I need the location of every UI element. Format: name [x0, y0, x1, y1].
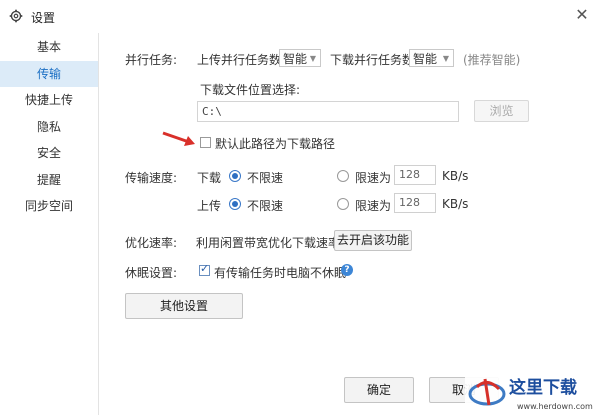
watermark-graphic: 这里下载 www.herdown.com [465, 365, 600, 415]
upload-parallel-value: 智能 [283, 52, 308, 66]
speed-label: 传输速度: [125, 171, 178, 185]
settings-panel: 并行任务: 上传并行任务数 智能 ▼ 下载并行任务数 智能 ▼ (推荐智能) 下… [99, 33, 600, 415]
ok-button[interactable]: 确定 [344, 377, 414, 403]
title-bar: 设置 ✕ [0, 0, 600, 33]
red-arrow-icon [162, 131, 195, 146]
sleep-label: 休眠设置: [125, 266, 178, 280]
close-icon[interactable]: ✕ [572, 5, 592, 25]
upload-unlimited-radio[interactable] [229, 198, 241, 210]
chevron-down-icon: ▼ [442, 54, 449, 63]
optimize-text: 利用闲置带宽优化下载速率 [196, 236, 341, 250]
sidebar-item-quick-upload[interactable]: 快捷上传 [0, 87, 98, 114]
download-path-input[interactable]: C:\ [197, 101, 459, 122]
parallel-hint: (推荐智能) [463, 53, 521, 67]
sidebar-item-privacy[interactable]: 隐私 [0, 114, 98, 141]
download-limit-radio[interactable] [337, 170, 349, 182]
download-parallel-value: 智能 [413, 52, 438, 66]
default-path-checkbox[interactable] [200, 137, 211, 148]
watermark-logo: 这里下载 www.herdown.com [465, 365, 600, 415]
other-settings-button[interactable]: 其他设置 [125, 293, 243, 319]
upload-limit-label: 限速为 [355, 199, 392, 213]
upload-speed-label: 上传 [197, 199, 222, 213]
enable-optimize-button[interactable]: 去开启该功能 [334, 230, 412, 251]
default-path-label: 默认此路径为下载路径 [215, 137, 336, 151]
help-icon[interactable]: ? [341, 264, 353, 276]
upload-unit: KB/s [442, 197, 469, 211]
optimize-label: 优化速率: [125, 236, 178, 250]
upload-limit-radio[interactable] [337, 198, 349, 210]
svg-text:www.herdown.com: www.herdown.com [517, 402, 593, 411]
download-path-value: C:\ [202, 105, 222, 118]
upload-parallel-label: 上传并行任务数 [197, 53, 282, 67]
sidebar-item-transfer[interactable]: 传输 [0, 60, 98, 87]
no-sleep-checkbox[interactable] [199, 262, 210, 276]
download-path-label: 下载文件位置选择: [200, 83, 301, 97]
download-limit-label: 限速为 [355, 171, 392, 185]
upload-limit-input[interactable]: 128 [394, 193, 436, 213]
download-unlimited-label: 不限速 [247, 171, 284, 185]
chevron-down-icon: ▼ [309, 54, 316, 63]
svg-text:这里下载: 这里下载 [509, 377, 577, 398]
sidebar-item-security[interactable]: 安全 [0, 140, 98, 167]
download-limit-input[interactable]: 128 [394, 165, 436, 185]
sidebar-item-basic[interactable]: 基本 [0, 34, 98, 61]
upload-unlimited-label: 不限速 [247, 199, 284, 213]
download-parallel-select[interactable]: 智能 ▼ [409, 49, 454, 67]
sidebar-item-reminder[interactable]: 提醒 [0, 167, 98, 194]
download-parallel-label: 下载并行任务数 [330, 53, 415, 67]
download-unlimited-radio[interactable] [229, 170, 241, 182]
no-sleep-label: 有传输任务时电脑不休眠 [214, 266, 347, 280]
sidebar: 基本 传输 快捷上传 隐私 安全 提醒 同步空间 [0, 33, 99, 415]
sidebar-item-sync-space[interactable]: 同步空间 [0, 193, 98, 220]
gear-icon [9, 9, 23, 23]
browse-button[interactable]: 浏览 [474, 100, 529, 122]
download-unit: KB/s [442, 169, 469, 183]
window-title: 设置 [31, 11, 56, 25]
parallel-label: 并行任务: [125, 53, 178, 67]
upload-parallel-select[interactable]: 智能 ▼ [279, 49, 321, 67]
download-speed-label: 下载 [197, 171, 222, 185]
